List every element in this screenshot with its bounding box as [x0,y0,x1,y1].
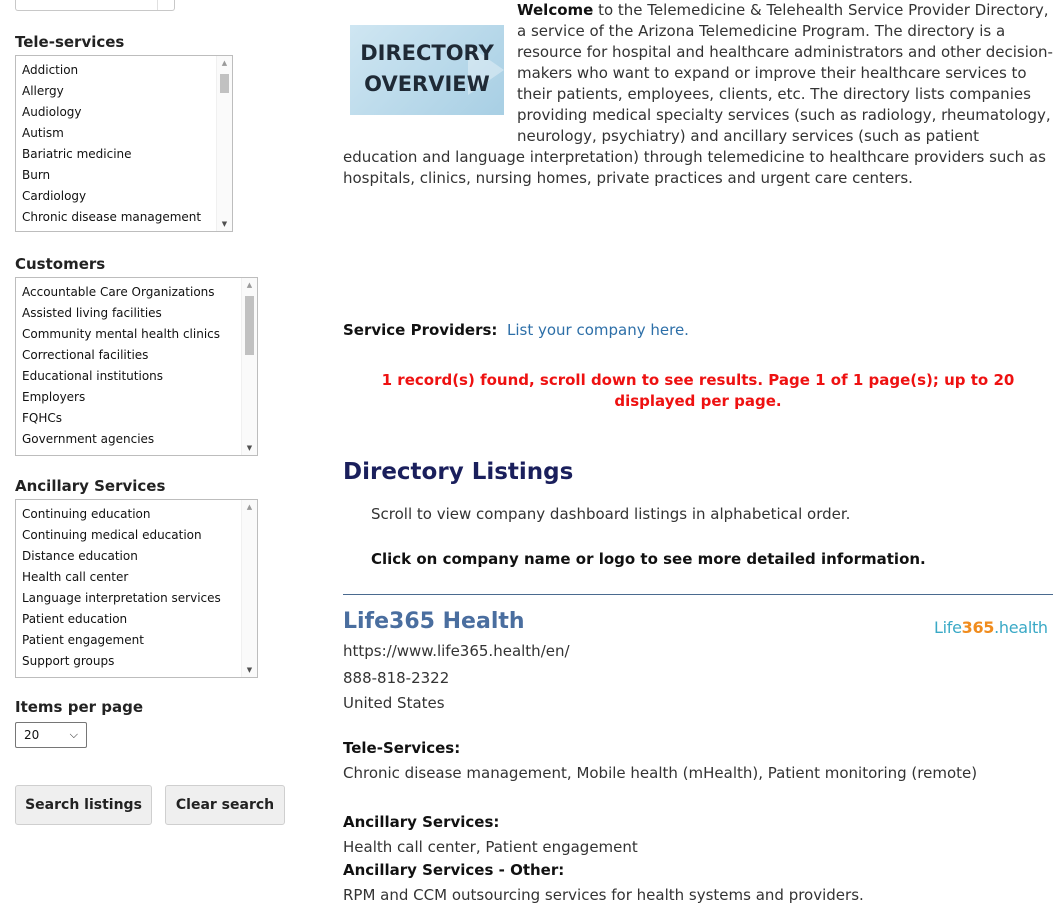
service-providers-label: Service Providers: [343,321,498,339]
ancillary-services-listbox[interactable]: Continuing education Continuing medical e… [15,499,258,678]
scroll-down-icon[interactable]: ▼ [217,217,232,231]
list-option[interactable]: Government agencies [22,429,257,450]
search-listings-button[interactable]: Search listings [15,785,152,825]
list-option[interactable]: Health call center [22,567,257,588]
list-option[interactable]: Employers [22,387,257,408]
list-option[interactable]: Accountable Care Organizations [22,282,257,303]
list-company-link[interactable]: List your company here. [507,321,689,339]
clear-search-button[interactable]: Clear search [165,785,285,825]
customers-listbox[interactable]: Accountable Care Organizations Assisted l… [15,277,258,456]
list-option[interactable]: Support groups [22,651,257,672]
directory-click-hint: Click on company name or logo to see mor… [371,550,926,568]
chevron-down-icon: ⌵ [69,728,78,741]
company-country: United States [343,694,445,712]
scroll-thumb[interactable] [245,296,254,355]
customers-options: Accountable Care Organizations Assisted l… [16,278,257,450]
list-option[interactable]: Assisted living facilities [22,303,257,324]
intro-welcome: Welcome [517,1,594,19]
ancillary-services-heading: Ancillary Services [15,477,166,495]
list-option[interactable]: Continuing medical education [22,525,257,546]
ancillary-other-values: RPM and CCM outsourcing services for hea… [343,886,864,904]
items-per-page-value: 20 [24,728,40,742]
teleservices-options: Addiction Allergy Audiology Autism Bariatric… [16,56,232,228]
company-name-link[interactable]: Life365 Health [343,609,525,634]
list-option[interactable]: Patient engagement [22,630,257,651]
directory-listings-title: Directory Listings [343,459,574,485]
list-option[interactable]: Educational institutions [22,366,257,387]
company-phone: 888-818-2322 [343,669,450,687]
teleservices-values: Chronic disease management, Mobile healt… [343,764,978,782]
ancillary-services-label: Ancillary Services: [343,813,500,831]
scroll-thumb[interactable] [220,74,229,93]
logo-text-1: Life [934,618,962,637]
logo-text-2: 365 [961,618,995,637]
scroll-up-icon[interactable]: ▲ [217,56,232,70]
list-option[interactable]: Patient education [22,609,257,630]
teleservices-heading: Tele-services [15,33,125,51]
list-option[interactable]: Audiology [22,102,232,123]
teleservices-scrollbar[interactable]: ▲ ▼ [216,56,232,231]
list-option[interactable]: Bariatric medicine [22,144,232,165]
company-logo[interactable]: Life365.health [934,618,1048,637]
records-found-message: 1 record(s) found, scroll down to see re… [381,371,1015,410]
truncated-top-input[interactable] [15,0,175,11]
page: Tele-services Addiction Allergy Audiology A… [0,0,1053,907]
teleservices-label: Tele-Services: [343,739,461,757]
intro-paragraph: Welcome to the Telemedicine & Telehealth… [343,0,1053,189]
ancillary-services-values: Health call center, Patient engagement [343,838,638,856]
list-option[interactable]: Addiction [22,60,232,81]
items-per-page-select[interactable]: 20 ⌵ [15,722,87,748]
list-option[interactable]: Correctional facilities [22,345,257,366]
list-option[interactable]: Autism [22,123,232,144]
list-option[interactable]: Language interpretation services [22,588,257,609]
customers-heading: Customers [15,255,106,273]
service-providers-line: Service Providers: List your company her… [343,321,689,339]
items-per-page-label: Items per page [15,698,144,716]
list-option[interactable]: Allergy [22,81,232,102]
scroll-down-icon[interactable]: ▼ [242,441,257,455]
list-option[interactable]: FQHCs [22,408,257,429]
ancillary-other-label: Ancillary Services - Other: [343,861,565,879]
list-option[interactable]: Burn [22,165,232,186]
teleservices-listbox[interactable]: Addiction Allergy Audiology Autism Bariatric… [15,55,233,232]
scroll-up-icon[interactable]: ▲ [242,278,257,292]
company-url: https://www.life365.health/en/ [343,642,570,660]
list-option[interactable]: Cardiology [22,186,232,207]
list-option[interactable]: Continuing education [22,504,257,525]
scroll-up-icon[interactable]: ▲ [242,500,257,514]
list-option[interactable]: Community mental health clinics [22,324,257,345]
scroll-down-icon[interactable]: ▼ [242,663,257,677]
listing-divider [343,594,1053,595]
list-option[interactable]: Distance education [22,546,257,567]
logo-text-3: .health [994,618,1048,637]
directory-instructions: Scroll to view company dashboard listing… [371,505,851,523]
customers-scrollbar[interactable]: ▲ ▼ [241,278,257,455]
list-option[interactable]: Chronic disease management [22,207,232,228]
ancillary-services-scrollbar[interactable]: ▲ ▼ [241,500,257,677]
ancillary-services-options: Continuing education Continuing medical e… [16,500,257,672]
